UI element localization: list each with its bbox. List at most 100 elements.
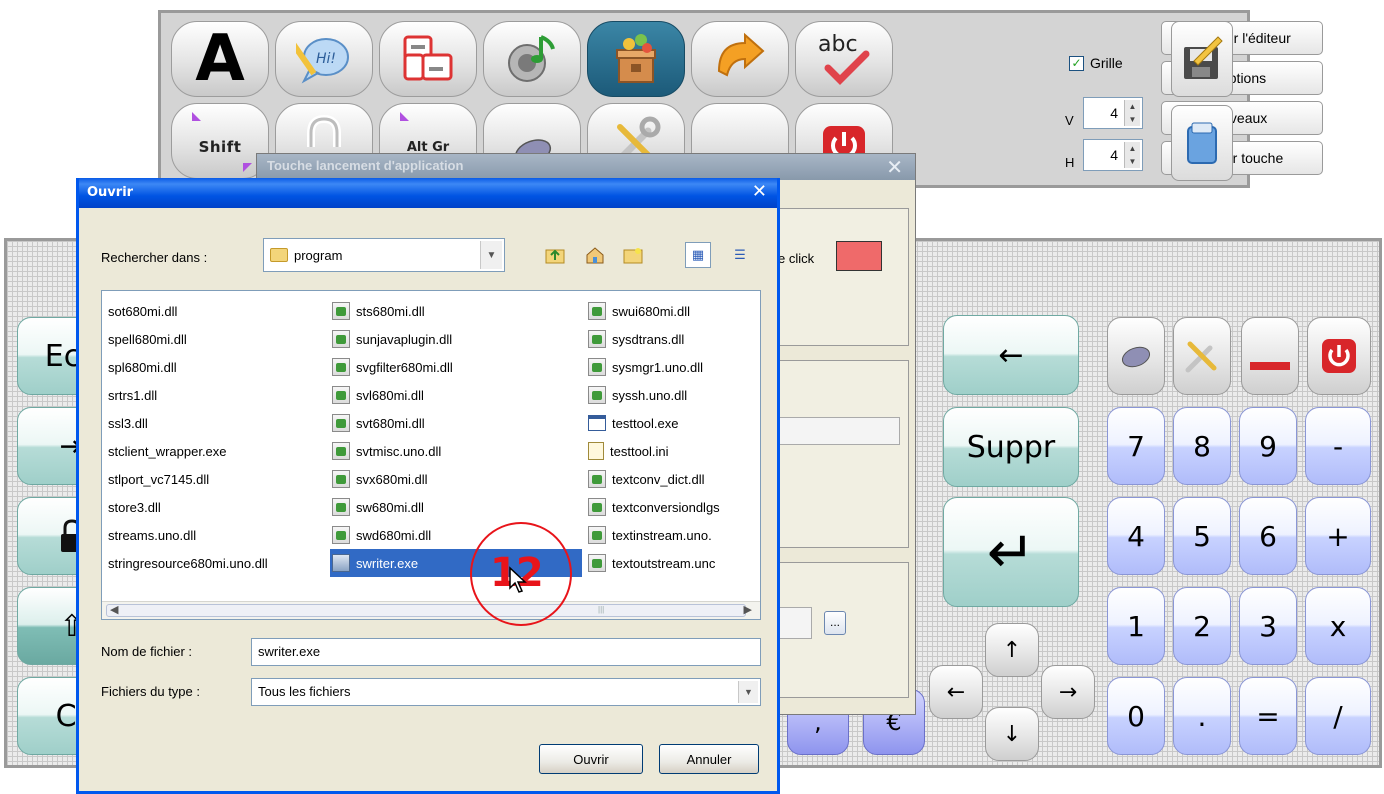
numpad-key[interactable]: =	[1239, 677, 1297, 755]
details-view-icon[interactable]: ☰	[727, 242, 753, 268]
power-key[interactable]	[1307, 317, 1371, 395]
list-item[interactable]: textconv_dict.dll	[586, 465, 724, 493]
grid-toggle[interactable]: ✓ Grille	[1069, 55, 1123, 71]
delete-key[interactable]: Suppr	[943, 407, 1079, 487]
speech-button[interactable]: Hi!	[275, 21, 373, 97]
tools-key[interactable]	[1173, 317, 1231, 395]
browse-button[interactable]: ...	[824, 611, 846, 635]
save-button[interactable]	[1171, 21, 1233, 97]
chevron-down-icon[interactable]: ▼	[738, 681, 758, 703]
numpad-key[interactable]: x	[1305, 587, 1371, 665]
font-button[interactable]: A	[171, 21, 269, 97]
chevron-down-icon[interactable]: ▼	[480, 241, 502, 269]
dll-file-icon	[588, 302, 606, 320]
thumbnails-view-icon[interactable]: ▦	[685, 242, 711, 268]
list-item[interactable]: svtmisc.uno.dll	[330, 437, 582, 465]
v-spinner[interactable]: 4 ▲ ▼	[1083, 97, 1143, 129]
numpad-key[interactable]: /	[1305, 677, 1371, 755]
desktop-home-icon[interactable]	[585, 246, 605, 264]
list-item[interactable]: sot680mi.dll	[106, 297, 272, 325]
close-icon[interactable]: ✕	[752, 181, 767, 202]
close-icon[interactable]: ✕	[886, 155, 903, 180]
list-item[interactable]: textinstream.uno.	[586, 521, 724, 549]
numpad-key[interactable]: 4	[1107, 497, 1165, 575]
horizontal-scrollbar[interactable]: ◀ ||| ▶	[102, 601, 760, 619]
spellcheck-button[interactable]: abc	[795, 21, 893, 97]
list-item[interactable]: swui680mi.dll	[586, 297, 724, 325]
list-item[interactable]: stlport_vc7145.dll	[106, 465, 272, 493]
look-in-dropdown[interactable]: program ▼	[263, 238, 505, 272]
h-spinner[interactable]: 4 ▲ ▼	[1083, 139, 1143, 171]
list-item[interactable]: ssl3.dll	[106, 409, 272, 437]
list-item[interactable]: stringresource680mi.uno.dll	[106, 549, 272, 577]
numpad-key[interactable]: 2	[1173, 587, 1231, 665]
list-item[interactable]: sts680mi.dll	[330, 297, 582, 325]
list-item[interactable]: sysdtrans.dll	[586, 325, 724, 353]
scroll-right-icon[interactable]: ▶	[744, 603, 752, 616]
list-item[interactable]: textoutstream.unc	[586, 549, 724, 577]
launcher-text-field[interactable]	[778, 417, 900, 445]
mouse-key[interactable]	[1107, 317, 1165, 395]
sound-button[interactable]	[483, 21, 581, 97]
spinner-arrows-icon[interactable]: ▲ ▼	[1124, 142, 1140, 168]
list-item[interactable]: textconversiondlgs	[586, 493, 724, 521]
list-item[interactable]: syssh.uno.dll	[586, 381, 724, 409]
launch-app-button[interactable]	[587, 21, 685, 97]
list-item[interactable]: spell680mi.dll	[106, 325, 272, 353]
numpad-key[interactable]: 8	[1173, 407, 1231, 485]
numpad-key[interactable]: -	[1305, 407, 1371, 485]
scrollbar-thumb[interactable]	[106, 604, 746, 617]
mouse-cursor-icon	[509, 566, 527, 593]
up-folder-icon[interactable]	[545, 246, 565, 264]
redirect-button[interactable]	[691, 21, 789, 97]
list-item[interactable]: streams.uno.dll	[106, 521, 272, 549]
list-item[interactable]: stclient_wrapper.exe	[106, 437, 272, 465]
list-item[interactable]: sysmgr1.uno.dll	[586, 353, 724, 381]
arrow-right-key[interactable]: →	[1041, 665, 1095, 719]
list-item[interactable]: spl680mi.dll	[106, 353, 272, 381]
spinner-arrows-icon[interactable]: ▲ ▼	[1124, 100, 1140, 126]
numpad-key[interactable]: +	[1305, 497, 1371, 575]
list-item[interactable]: srtrs1.dll	[106, 381, 272, 409]
path-field[interactable]	[778, 607, 812, 639]
file-type-dropdown[interactable]: Tous les fichiers ▼	[251, 678, 761, 706]
scroll-left-icon[interactable]: ◀	[110, 603, 118, 616]
list-item[interactable]: sw680mi.dll	[330, 493, 582, 521]
open-button[interactable]: Ouvrir	[539, 744, 643, 774]
list-item[interactable]: testtool.ini	[586, 437, 724, 465]
arrow-down-key[interactable]: ↓	[985, 707, 1039, 761]
numpad-key[interactable]: 7	[1107, 407, 1165, 485]
arrow-left-key[interactable]: ←	[929, 665, 983, 719]
minimize-key[interactable]	[1241, 317, 1299, 395]
dll-file-icon	[332, 358, 350, 376]
numpad-key[interactable]: 3	[1239, 587, 1297, 665]
numpad-key[interactable]: 5	[1173, 497, 1231, 575]
open-dialog-titlebar: Ouvrir ✕	[79, 178, 777, 208]
key-layout-button[interactable]	[379, 21, 477, 97]
dll-file-icon	[588, 526, 606, 544]
file-name-field[interactable]: swriter.exe	[251, 638, 761, 666]
clipboard-button[interactable]	[1171, 105, 1233, 181]
list-item[interactable]: sunjavaplugin.dll	[330, 325, 582, 353]
enter-key[interactable]: ↵	[943, 497, 1079, 607]
dll-file-icon	[332, 414, 350, 432]
list-item[interactable]: svgfilter680mi.dll	[330, 353, 582, 381]
numpad-key[interactable]: 1	[1107, 587, 1165, 665]
click-color-swatch[interactable]	[836, 241, 882, 271]
list-item[interactable]: svx680mi.dll	[330, 465, 582, 493]
dll-file-icon	[588, 330, 606, 348]
cancel-button[interactable]: Annuler	[659, 744, 759, 774]
list-item[interactable]: svl680mi.dll	[330, 381, 582, 409]
list-item[interactable]: svt680mi.dll	[330, 409, 582, 437]
list-item[interactable]: store3.dll	[106, 493, 272, 521]
new-folder-icon[interactable]	[623, 246, 643, 264]
shift-key-button[interactable]: Shift	[171, 103, 269, 179]
backspace-key[interactable]: ←	[943, 315, 1079, 395]
arrow-up-key[interactable]: ↑	[985, 623, 1039, 677]
numpad-key[interactable]: 6	[1239, 497, 1297, 575]
list-item[interactable]: testtool.exe	[586, 409, 724, 437]
numpad-key[interactable]: 0	[1107, 677, 1165, 755]
numpad-key[interactable]: .	[1173, 677, 1231, 755]
grid-checkbox[interactable]: ✓	[1069, 55, 1084, 71]
numpad-key[interactable]: 9	[1239, 407, 1297, 485]
